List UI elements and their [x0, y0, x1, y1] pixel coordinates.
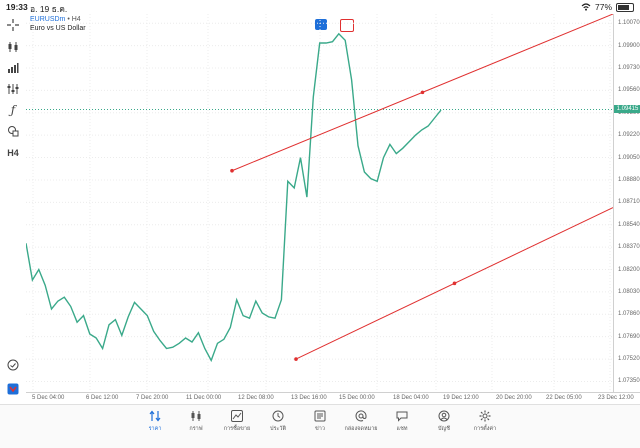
chart-icon	[176, 409, 216, 423]
price-tick-label: 1.07860	[618, 311, 640, 318]
tab-news[interactable]: ข่าว	[300, 409, 340, 433]
price-tick-label: 1.08710	[618, 199, 640, 206]
battery-percent: 77%	[594, 2, 612, 12]
price-tick-label: 1.08030	[618, 288, 640, 295]
current-price-tag: 1.09415	[614, 105, 640, 114]
chart-area[interactable]	[25, 13, 614, 392]
price-tick-label: 1.08880	[618, 176, 640, 183]
time-tick-label: 23 Dec 12:00	[598, 395, 634, 401]
tab-chart[interactable]: กราฟ	[176, 409, 216, 433]
time-tick-label: 20 Dec 20:00	[496, 395, 532, 401]
tab-trade[interactable]: การซื้อขาย	[217, 409, 257, 433]
tab-settings[interactable]: การตั้งค่า	[465, 409, 505, 433]
price-tick-label: 1.09050	[618, 154, 640, 161]
app-logo-icon[interactable]	[6, 382, 20, 396]
candlestick-icon[interactable]	[6, 40, 20, 54]
price-chart[interactable]	[25, 13, 614, 392]
tab-chat[interactable]: แชท	[382, 409, 422, 433]
price-tick-label: 1.07690	[618, 333, 640, 340]
price-tick-label: 1.07520	[618, 356, 640, 363]
objects-icon[interactable]	[6, 124, 20, 138]
mailbox-icon	[341, 409, 381, 423]
status-right: 77%	[581, 2, 634, 12]
trendline-handle[interactable]	[420, 90, 425, 95]
time-tick-label: 22 Dec 05:00	[546, 395, 582, 401]
price-line	[25, 32, 442, 363]
trendline-handle[interactable]	[230, 168, 234, 173]
trendline-handle[interactable]	[294, 357, 298, 361]
tab-history[interactable]: ประวัติ	[258, 409, 298, 433]
wifi-icon	[581, 3, 591, 11]
time-tick-label: 11 Dec 00:00	[186, 395, 222, 401]
bottom-tab-bar: ราคา กราฟ การซื้อขาย ประวัติ ข่าว กล่องจดหมาย…	[0, 404, 640, 448]
tab-label: กล่องจดหมาย	[344, 426, 378, 432]
price-tick-label: 1.09900	[618, 42, 640, 49]
tab-label: ข่าว	[315, 426, 325, 432]
price-tick-label: 1.08370	[618, 244, 640, 251]
timeframe-button[interactable]: H4	[6, 146, 20, 160]
time-tick-label: 7 Dec 20:00	[136, 395, 169, 401]
tab-account[interactable]: บัญชี	[424, 409, 464, 433]
tab-label: บัญชี	[438, 426, 450, 432]
chat-icon	[382, 409, 422, 423]
tab-mailbox[interactable]: กล่องจดหมาย	[341, 409, 381, 433]
quotes-icon	[135, 409, 175, 423]
left-toolbar: ƒ H4	[0, 14, 26, 404]
tab-label: กราฟ	[189, 426, 203, 432]
price-tick-label: 1.10070	[618, 20, 640, 27]
tab-quotes[interactable]: ราคา	[135, 409, 175, 433]
price-tick-label: 1.07350	[618, 378, 640, 385]
price-tick-label: 1.09220	[618, 132, 640, 139]
indicators-icon[interactable]	[6, 82, 20, 96]
news-icon	[300, 409, 340, 423]
alert-icon[interactable]	[6, 358, 20, 372]
time-tick-label: 6 Dec 12:00	[86, 395, 119, 401]
time-tick-label: 12 Dec 08:00	[238, 395, 274, 401]
trade-icon	[217, 409, 257, 423]
bar-chart-icon[interactable]	[6, 61, 20, 75]
account-icon	[424, 409, 464, 423]
tab-label: ประวัติ	[269, 426, 287, 432]
time-tick-label: 18 Dec 04:00	[393, 395, 429, 401]
price-axis: 1.100701.099001.097301.095601.093901.092…	[613, 14, 640, 392]
tab-label: แชท	[396, 426, 408, 432]
time-tick-label: 13 Dec 16:00	[291, 395, 327, 401]
time-tick-label: 5 Dec 04:00	[32, 395, 65, 401]
trendline-handle[interactable]	[452, 281, 457, 286]
status-bar: 19:33 อ. 19 ธ.ค. 77%	[0, 0, 640, 14]
time-tick-label: 19 Dec 12:00	[443, 395, 479, 401]
status-time: 19:33	[6, 2, 28, 12]
function-icon[interactable]: ƒ	[6, 103, 20, 117]
settings-icon	[465, 409, 505, 423]
price-tick-label: 1.09730	[618, 65, 640, 71]
time-tick-label: 15 Dec 00:00	[339, 395, 375, 401]
tab-label: ราคา	[148, 426, 162, 432]
battery-icon	[616, 2, 634, 12]
price-tick-label: 1.08540	[618, 221, 640, 228]
crosshair-icon[interactable]	[6, 18, 20, 32]
history-icon	[258, 409, 298, 423]
price-tick-label: 1.09560	[618, 87, 640, 94]
tab-label: การซื้อขาย	[223, 426, 251, 432]
price-tick-label: 1.08200	[618, 266, 640, 273]
tab-label: การตั้งค่า	[473, 426, 497, 432]
